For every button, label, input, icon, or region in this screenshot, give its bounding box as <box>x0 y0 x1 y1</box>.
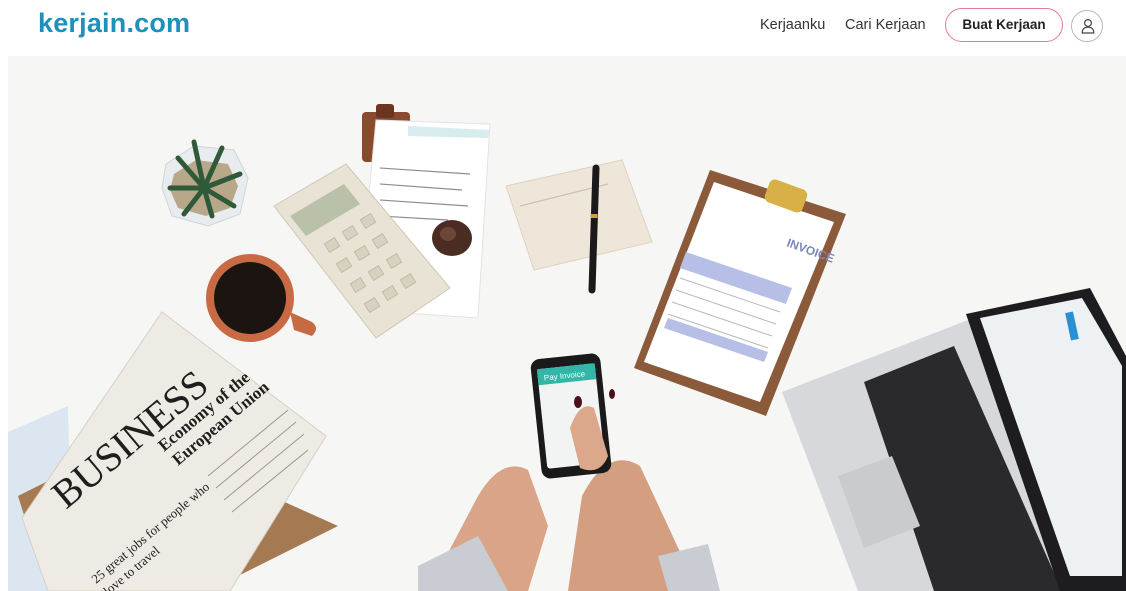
nav-link-cari-kerjaan[interactable]: Cari Kerjaan <box>845 17 926 33</box>
nav-link-kerjaanku[interactable]: Kerjaanku <box>760 17 825 33</box>
user-icon <box>1081 18 1095 34</box>
pen <box>588 164 600 294</box>
navbar: kerjain.com Kerjaanku Cari Kerjaan Buat … <box>0 0 1126 56</box>
hero-image: INVOICE BUSINESS Economy of the European… <box>8 56 1126 591</box>
hero-illustration: INVOICE BUSINESS Economy of the European… <box>8 56 1126 591</box>
round-stamp <box>432 220 472 256</box>
site-logo[interactable]: kerjain.com <box>38 8 190 39</box>
buat-kerjaan-button[interactable]: Buat Kerjaan <box>945 8 1063 42</box>
user-account-button[interactable] <box>1071 10 1103 42</box>
